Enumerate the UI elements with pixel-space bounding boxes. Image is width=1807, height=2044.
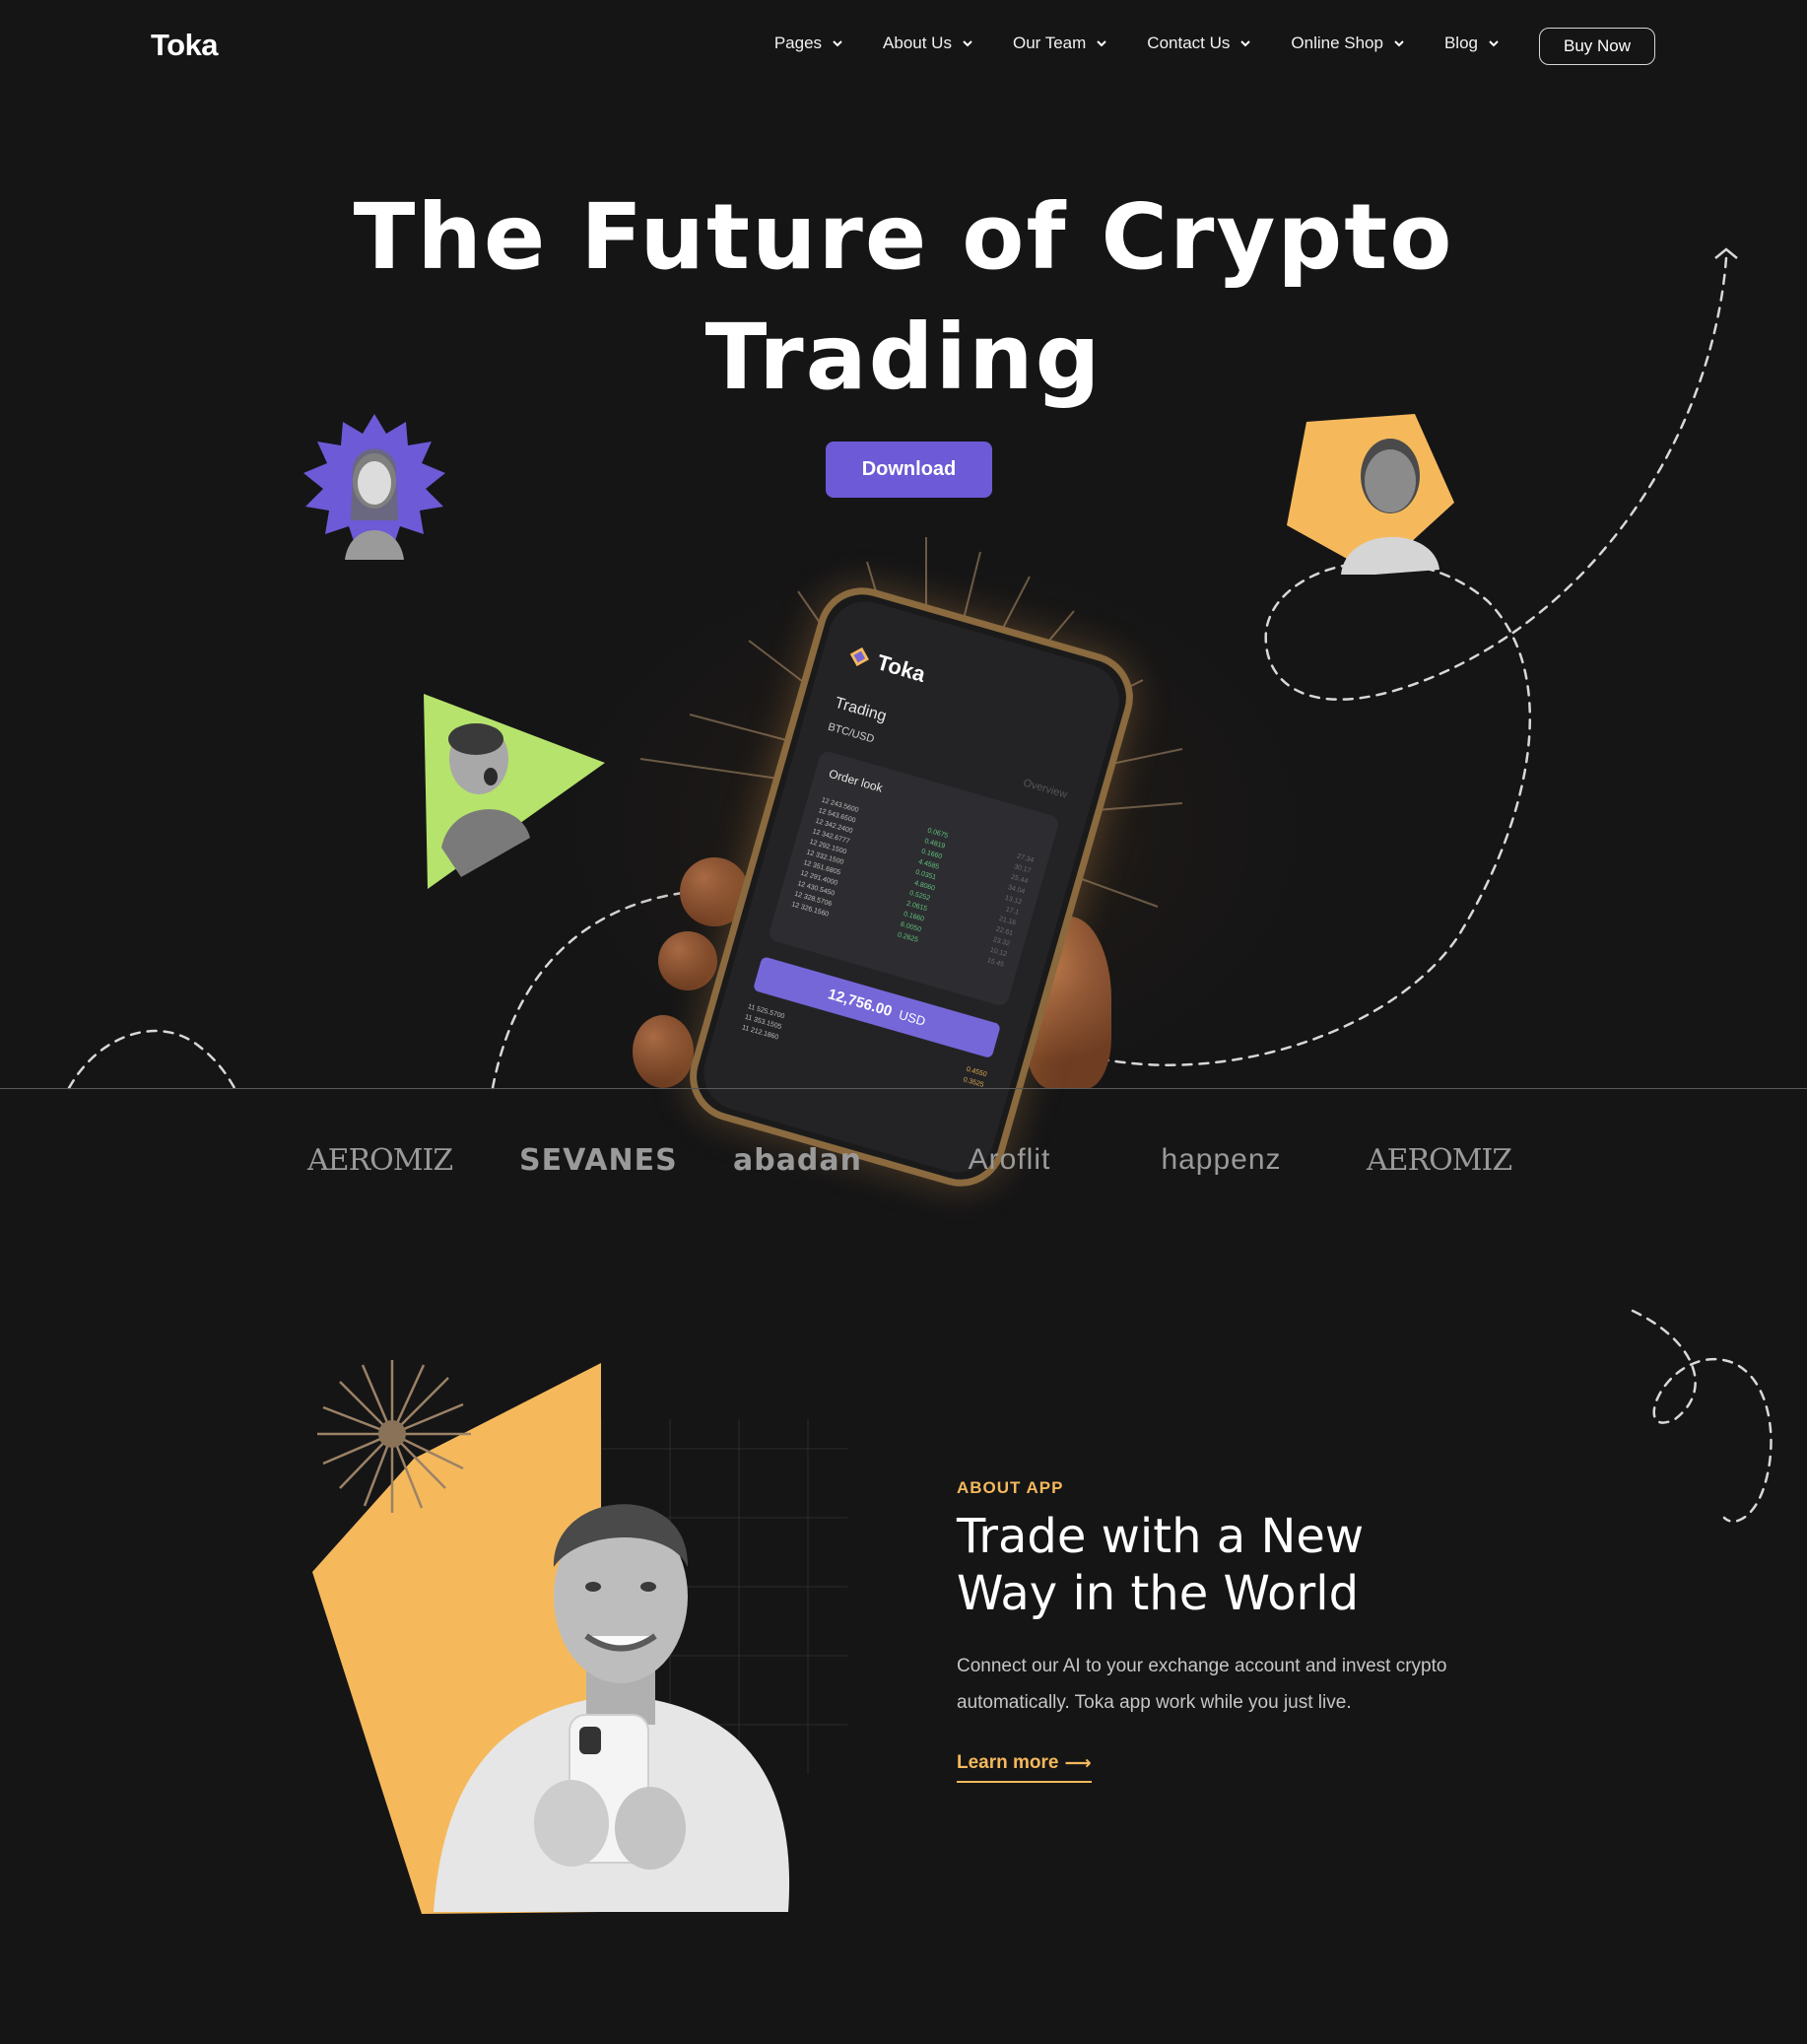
hand-left-finger-2 [658,931,717,990]
hero-title: The Future of Crypto Trading [0,177,1807,418]
nav-item-blog[interactable]: Blog [1444,34,1500,53]
arrow-right-icon: ⟶ [1064,1753,1092,1774]
nav-item-label: About Us [883,34,952,52]
about-description: Connect our AI to your exchange account … [957,1648,1508,1721]
about-title: Trade with a New Way in the World [957,1508,1469,1622]
phone-extra-cell [979,1091,982,1102]
phone-total-value: 12,756.00 [826,985,895,1020]
nav-item-label: Blog [1443,34,1478,52]
chevron-down-icon [833,40,842,47]
hero-title-line2: Trading [704,305,1103,410]
chevron-down-icon [963,40,972,47]
nav-item-label: Online Shop [1291,34,1383,52]
learn-more-link[interactable]: Learn more ⟶ [957,1752,1092,1783]
nav-item-pages[interactable]: Pages [774,34,843,53]
nav-item-label: Contact Us [1147,34,1231,52]
download-button[interactable]: Download [826,442,992,498]
hero-divider [0,1088,1807,1089]
about-title-line2: Way in the World [957,1566,1360,1621]
phone-pair: BTC/USD [826,720,876,746]
partner-logos: AEROMIZ SEVANES abadan Aroflit happenz A… [0,1143,1807,1178]
partner-logo-aeromiz-2: AEROMIZ [1367,1143,1512,1178]
nav-item-label: Our Team [1012,34,1087,52]
buy-now-button[interactable]: Buy Now [1539,28,1655,65]
nav-item-online-shop[interactable]: Online Shop [1291,34,1405,53]
chevron-down-icon [1097,40,1107,47]
hero-title-line1: The Future of Crypto [353,184,1454,290]
partner-logo-happenz: happenz [1161,1143,1282,1176]
avatar-man-pentagon [1287,414,1454,575]
logo[interactable]: Toka [151,28,219,63]
phone-total-unit: USD [897,1006,928,1029]
avatar-man-triangle [424,694,605,889]
toka-logo-icon [849,647,869,667]
chevron-down-icon [1240,40,1251,47]
partner-logo-aroflit: Aroflit [968,1143,1051,1176]
partner-logo-aeromiz: AEROMIZ [307,1143,453,1178]
learn-more-label: Learn more [957,1752,1059,1773]
phone-order-book: Order look 12 243.5600 0.0675 27.34 12 543.… [767,749,1061,1008]
partner-logo-sevanes: SEVANES [519,1143,678,1178]
nav-item-contact-us[interactable]: Contact Us [1147,34,1251,53]
about-man-with-phone [434,1504,790,1912]
nav-item-our-team[interactable]: Our Team [1013,34,1107,53]
chevron-down-icon [1394,40,1404,47]
nav-item-label: Pages [773,34,823,52]
about-description-line2: automatically. Toka app work while you j… [957,1692,1352,1713]
partner-logo-abadan: abadan [732,1143,863,1178]
page: Toka Pages About Us Our Team Contact Us … [0,0,1807,2044]
avatar-woman-starburst [303,414,445,560]
about-description-line1: Connect our AI to your exchange account … [957,1656,1447,1676]
phone-app-name: Toka [874,649,928,687]
nav-menu: Pages About Us Our Team Contact Us Onlin… [774,34,1500,53]
top-navigation: Toka Pages About Us Our Team Contact Us … [0,0,1807,95]
about-tag: ABOUT APP [957,1478,1064,1497]
about-title-line1: Trade with a New [957,1509,1365,1564]
nav-item-about-us[interactable]: About Us [883,34,973,53]
phone-overview: Overview [1022,777,1069,801]
hand-left-finger-3 [633,1015,694,1088]
chevron-down-icon [1489,40,1499,47]
